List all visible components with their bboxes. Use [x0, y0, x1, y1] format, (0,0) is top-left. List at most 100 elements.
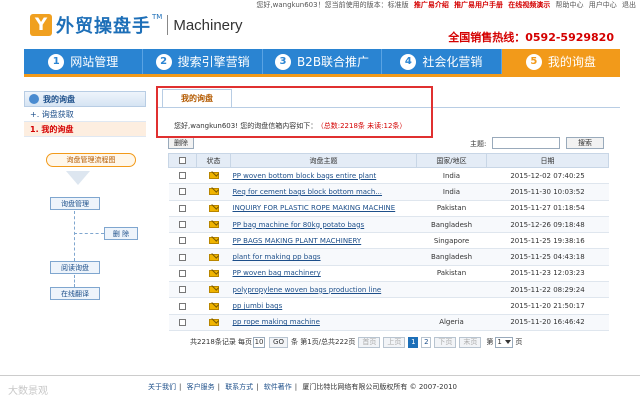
row-checkbox[interactable] — [179, 269, 186, 277]
row-checkbox[interactable] — [179, 204, 186, 212]
nav-number-badge: 2 — [155, 53, 172, 70]
footer-link-service[interactable]: 客户服务 — [187, 383, 215, 391]
nav-my-inquiries[interactable]: 5 我的询盘 — [501, 49, 621, 74]
flow-step-translate[interactable]: 在线翻译 — [50, 287, 100, 300]
table-row[interactable]: pp rope making machine Algeria 2015-11-20 … — [168, 314, 609, 331]
row-checkbox[interactable] — [179, 286, 186, 294]
table-row[interactable]: polypropylene woven bags production line… — [168, 281, 609, 299]
link-user-manual[interactable]: 推广易用户手册 — [454, 1, 503, 9]
row-status-cell — [196, 297, 231, 315]
page-number-1[interactable]: 1 — [408, 336, 419, 348]
trademark: TM — [152, 13, 163, 21]
last-page-button[interactable]: 末页 — [459, 336, 482, 348]
row-status-cell — [196, 232, 231, 250]
header-status: 状态 — [196, 153, 231, 168]
footer-link-copyright-works[interactable]: 软件著作 — [264, 383, 292, 391]
nav-search-marketing[interactable]: 2 搜索引擎营销 — [143, 49, 263, 74]
row-date: 2015-11-20 16:46:42 — [486, 314, 609, 331]
down-arrow-icon — [66, 171, 90, 185]
flow-connector — [74, 211, 75, 261]
row-checkbox[interactable] — [179, 318, 186, 326]
select-all-checkbox[interactable] — [179, 157, 186, 164]
sidebar-item-my-inquiries[interactable]: 1. 我的询盘 — [24, 122, 146, 137]
first-page-button[interactable]: 首页 — [358, 336, 381, 348]
brand-logo[interactable]: Y 外贸操盘手 TM Machinery — [30, 10, 243, 40]
row-select-cell — [168, 232, 197, 250]
total-records: 共2218条记录 每页 — [190, 338, 253, 346]
row-subject-link[interactable]: PP BAGS MAKING PLANT MACHINERY — [230, 232, 417, 250]
row-subject-link[interactable]: pp jumbi bags — [230, 297, 417, 315]
row-checkbox[interactable] — [179, 172, 186, 180]
row-checkbox[interactable] — [179, 221, 186, 229]
prev-page-button[interactable]: 上页 — [383, 336, 406, 348]
table-row[interactable]: PP BAGS MAKING PLANT MACHINERY Singapore 2… — [168, 232, 609, 250]
page-number-2[interactable]: 2 — [421, 336, 432, 348]
footer-link-contact[interactable]: 联系方式 — [225, 383, 253, 391]
row-country: Pakistan — [416, 265, 487, 283]
envelope-icon — [208, 253, 219, 261]
highlight-annotation — [156, 86, 433, 138]
header-country: 国家/地区 — [416, 153, 487, 168]
row-subject-link[interactable]: plant for making pp bags — [230, 248, 417, 266]
nav-social-marketing[interactable]: 4 社会化营销 — [382, 49, 502, 74]
sidebar-item-get-inquiries[interactable]: +. 询盘获取 — [24, 107, 146, 122]
footer-link-about[interactable]: 关于我们 — [148, 383, 176, 391]
inquiry-toolbar: 删除 主题: 搜索 — [168, 137, 608, 151]
next-page-button[interactable]: 下页 — [434, 336, 457, 348]
table-row[interactable]: PP woven bottom block bags entire plant I… — [168, 167, 609, 185]
flow-step-manage[interactable]: 询盘管理 — [50, 197, 100, 210]
watermark: 大数景观 — [8, 386, 48, 397]
row-subject-link[interactable]: PP bag machine for 80kg potato bags — [230, 216, 417, 234]
row-checkbox[interactable] — [179, 302, 186, 310]
row-subject-link[interactable]: PP woven bottom block bags entire plant — [230, 167, 417, 185]
table-row[interactable]: Req for cement bags block bottom mach...… — [168, 183, 609, 201]
row-date: 2015-11-23 12:03:23 — [486, 265, 609, 283]
row-checkbox[interactable] — [179, 188, 186, 196]
flow-step-read[interactable]: 阅读询盘 — [50, 261, 100, 274]
table-row[interactable]: plant for making pp bags Bangladesh 2015-1… — [168, 248, 609, 266]
subject-search-input[interactable] — [492, 137, 560, 149]
row-subject-link[interactable]: pp rope making machine — [230, 314, 417, 331]
row-date: 2015-11-20 21:50:17 — [486, 297, 609, 315]
row-status-cell — [196, 216, 231, 234]
flow-connector — [74, 233, 104, 234]
nav-b2b-promotion[interactable]: 3 B2B联合推广 — [263, 49, 383, 74]
row-country: India — [416, 183, 487, 201]
go-button[interactable]: GO — [269, 336, 288, 348]
row-checkbox[interactable] — [179, 253, 186, 261]
table-row[interactable]: INQUIRY FOR PLASTIC ROPE MAKING MACHINE P… — [168, 200, 609, 217]
page-select[interactable]: 1 — [495, 336, 514, 348]
row-select-cell — [168, 281, 197, 299]
page-select-value: 1 — [497, 338, 502, 346]
row-status-cell — [196, 314, 231, 331]
table-row[interactable]: PP bag machine for 80kg potato bags Bangl… — [168, 216, 609, 234]
nav-number-badge: 1 — [48, 53, 65, 70]
link-logout[interactable]: 退出 — [622, 1, 636, 9]
main-nav: 1 网站管理 2 搜索引擎营销 3 B2B联合推广 4 社会化营销 5 我的询盘 — [24, 49, 621, 77]
envelope-icon — [208, 318, 219, 326]
row-checkbox[interactable] — [179, 237, 186, 245]
row-date: 2015-11-22 08:29:24 — [486, 281, 609, 299]
search-button[interactable]: 搜索 — [566, 137, 604, 149]
header-date: 日期 — [486, 153, 609, 168]
nav-number-badge: 3 — [274, 53, 291, 70]
envelope-icon — [208, 188, 219, 196]
link-video-demo[interactable]: 在线视频演示 — [508, 1, 550, 9]
link-user-center[interactable]: 用户中心 — [589, 1, 617, 9]
row-subject-link[interactable]: PP woven bag machinery — [230, 265, 417, 283]
pagination: 共2218条记录 每页 10 GO 条 第1页/总共222页 首页 上页 1 2… — [190, 335, 620, 349]
row-subject-link[interactable]: Req for cement bags block bottom mach... — [230, 183, 417, 201]
flow-step-delete[interactable]: 删 除 — [104, 227, 138, 240]
brand-name-en: Machinery — [173, 16, 243, 34]
row-date: 2015-11-30 10:03:52 — [486, 183, 609, 201]
link-promo-intro[interactable]: 推广易介绍 — [414, 1, 449, 9]
nav-website-management[interactable]: 1 网站管理 — [24, 49, 144, 74]
row-subject-link[interactable]: INQUIRY FOR PLASTIC ROPE MAKING MACHINE — [230, 200, 417, 217]
per-page-input[interactable]: 10 — [253, 336, 266, 348]
delete-button[interactable]: 删除 — [168, 137, 194, 149]
row-subject-link[interactable]: polypropylene woven bags production line — [230, 281, 417, 299]
link-help-center[interactable]: 帮助中心 — [556, 1, 584, 9]
table-row[interactable]: pp jumbi bags 2015-11-20 21:50:17 — [168, 297, 609, 315]
envelope-icon — [208, 286, 219, 294]
table-row[interactable]: PP woven bag machinery Pakistan 2015-11-23… — [168, 265, 609, 283]
